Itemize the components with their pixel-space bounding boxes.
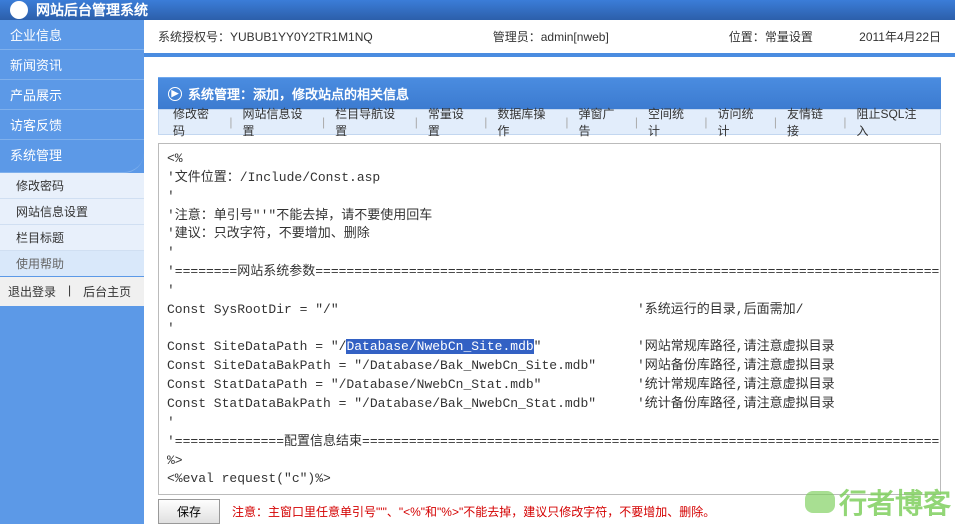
tab-visits[interactable]: 访问统计 — [709, 101, 771, 143]
sidebar: 企业信息 新闻资讯 产品展示 访客反馈 系统管理 修改密码 网站信息设置 栏目标… — [0, 20, 144, 524]
tab-popup[interactable]: 弹窗广告 — [570, 101, 632, 143]
highlighted-path: Database/NwebCn_Site.mdb — [346, 339, 533, 354]
sidebar-sub-columns[interactable]: 栏目标题 — [0, 225, 144, 251]
logout-link[interactable]: 退出登录 — [8, 283, 56, 300]
admin-value: admin[nweb] — [541, 30, 609, 44]
tab-siteinfo[interactable]: 网站信息设置 — [235, 101, 321, 143]
home-link[interactable]: 后台主页 — [83, 283, 131, 300]
warning-text: 注意：主窗口里任意单引号"'"、"<%"和"%>"不能去掉，建议只修改字符，不要… — [232, 503, 941, 520]
tab-space[interactable]: 空间统计 — [640, 101, 702, 143]
sidebar-bottom: 退出登录 | 后台主页 — [0, 277, 144, 306]
info-bar: 系统授权号：YUBUB1YY0Y2TR1M1NQ 管理员：admin[nweb]… — [144, 20, 955, 53]
location-value: 常量设置 — [765, 30, 813, 44]
auth-value: YUBUB1YY0Y2TR1M1NQ — [230, 30, 373, 44]
logo-icon — [10, 1, 28, 19]
auth-label: 系统授权号：YUBUB1YY0Y2TR1M1NQ — [158, 28, 373, 45]
date-text: 2011年4月22日 — [859, 28, 941, 45]
divider: | — [68, 283, 71, 300]
tab-const[interactable]: 常量设置 — [420, 101, 482, 143]
save-button[interactable]: 保存 — [158, 499, 220, 524]
tab-nav[interactable]: 栏目导航设置 — [327, 101, 413, 143]
sidebar-sub-help[interactable]: 使用帮助 — [0, 251, 144, 277]
sidebar-item-news[interactable]: 新闻资讯 — [0, 50, 144, 80]
arrow-right-icon: ▶ — [168, 87, 182, 101]
code-editor[interactable]: <% '文件位置：/Include/Const.asp ' '注意：单引号"'"… — [158, 143, 941, 495]
sidebar-item-system[interactable]: 系统管理 — [0, 140, 144, 173]
tab-password[interactable]: 修改密码 — [165, 101, 227, 143]
admin-label: 管理员：admin[nweb] — [493, 28, 609, 45]
tab-sql[interactable]: 阻止SQL注入 — [848, 101, 934, 143]
sidebar-item-company[interactable]: 企业信息 — [0, 20, 144, 50]
main-content: 系统授权号：YUBUB1YY0Y2TR1M1NQ 管理员：admin[nweb]… — [144, 20, 955, 524]
tab-db[interactable]: 数据库操作 — [489, 101, 563, 143]
tab-row: 修改密码| 网站信息设置| 栏目导航设置| 常量设置| 数据库操作| 弹窗广告|… — [158, 109, 941, 135]
app-title: 网站后台管理系统 — [36, 0, 148, 20]
bottom-row: 保存 注意：主窗口里任意单引号"'"、"<%"和"%>"不能去掉，建议只修改字符… — [144, 495, 955, 524]
sidebar-sub-siteinfo[interactable]: 网站信息设置 — [0, 199, 144, 225]
sidebar-sub-password[interactable]: 修改密码 — [0, 173, 144, 199]
tab-links[interactable]: 友情链接 — [779, 101, 841, 143]
location-label: 位置：常量设置 — [729, 28, 813, 45]
app-header: 网站后台管理系统 — [0, 0, 955, 20]
sidebar-item-feedback[interactable]: 访客反馈 — [0, 110, 144, 140]
sidebar-item-products[interactable]: 产品展示 — [0, 80, 144, 110]
